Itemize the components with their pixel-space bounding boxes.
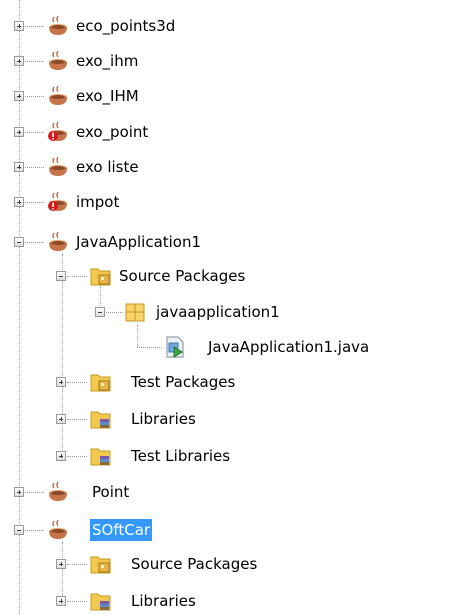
tree-node-label: Test Libraries (131, 447, 231, 465)
expand-toggle[interactable] (56, 596, 66, 606)
tree-node-label: exo_IHM (76, 87, 139, 105)
tree-node-exo-point[interactable]: exo_point (0, 120, 456, 144)
tree-node-libraries[interactable]: Libraries (0, 407, 456, 431)
tree-branch-line (25, 61, 44, 62)
tree-node-label: JavaApplication1 (76, 233, 202, 251)
tree-branch-line (67, 456, 87, 457)
projects-tree[interactable]: eco_points3d exo_ihm exo_IHM exo_point e… (0, 0, 456, 614)
expand-toggle[interactable] (56, 414, 66, 424)
tree-node-label: eco_points3d (76, 17, 176, 35)
expand-toggle[interactable] (14, 91, 24, 101)
tree-node-label: Libraries (131, 410, 196, 428)
libraries-folder-icon (90, 593, 111, 611)
expand-toggle[interactable] (56, 451, 66, 461)
tree-node-libraries[interactable]: Libraries (0, 589, 456, 613)
collapse-toggle[interactable] (14, 525, 24, 535)
tree-branch-line (25, 167, 44, 168)
collapse-toggle[interactable] (14, 237, 24, 247)
tree-branch-line (67, 382, 87, 383)
tree-node-impot[interactable]: impot (0, 190, 456, 214)
tree-branch-line (25, 492, 44, 493)
tree-node-label: impot (76, 193, 120, 211)
tree-branch-line (106, 312, 123, 313)
package-icon (125, 303, 145, 322)
tree-branch-line (25, 242, 44, 243)
tree-node-eco-points3d[interactable]: eco_points3d (0, 14, 456, 38)
tree-node-source-packages[interactable]: Source Packages (0, 552, 456, 576)
java-project-icon (49, 519, 67, 539)
source-packages-folder-icon (90, 556, 111, 574)
java-project-icon (49, 50, 67, 70)
tree-branch-line (25, 530, 44, 531)
tree-branch-line (25, 26, 44, 27)
tree-node-test-libraries[interactable]: Test Libraries (0, 444, 456, 468)
java-project-error-icon (48, 191, 67, 211)
tree-node-exo-IHM[interactable]: exo_IHM (0, 84, 456, 108)
source-packages-folder-icon (90, 268, 111, 286)
tree-branch-line (25, 96, 44, 97)
java-project-icon (49, 481, 67, 501)
java-project-error-icon (48, 121, 67, 141)
tree-branch-line (137, 347, 162, 348)
expand-toggle[interactable] (14, 127, 24, 137)
expand-toggle[interactable] (56, 377, 66, 387)
collapse-toggle[interactable] (95, 307, 105, 317)
tree-node-label: exo liste (76, 158, 139, 176)
expand-toggle[interactable] (56, 559, 66, 569)
tree-node-exo-ihm[interactable]: exo_ihm (0, 49, 456, 73)
tree-node-label-selected: SOftCar (90, 519, 153, 541)
tree-branch-line (25, 132, 44, 133)
expand-toggle[interactable] (14, 56, 24, 66)
java-project-icon (49, 231, 67, 251)
tree-node-javaapplication1-java[interactable]: JavaApplication1.java (0, 335, 456, 359)
tree-branch-line (25, 202, 44, 203)
tree-node-label: Libraries (131, 592, 196, 610)
tree-node-javaapplication1-project[interactable]: JavaApplication1 (0, 230, 456, 254)
tree-node-source-packages[interactable]: Source Packages (0, 264, 456, 288)
tree-node-label: Test Packages (131, 373, 236, 391)
tree-node-point[interactable]: Point (0, 480, 456, 504)
test-packages-folder-icon (90, 374, 111, 392)
tree-node-label: Point (92, 483, 130, 501)
tree-node-test-packages[interactable]: Test Packages (0, 370, 456, 394)
java-project-icon (49, 156, 67, 176)
libraries-folder-icon (90, 411, 111, 429)
tree-branch-line (67, 564, 87, 565)
java-project-icon (49, 85, 67, 105)
java-project-icon (49, 15, 67, 35)
tree-node-label: javaapplication1 (156, 303, 280, 321)
expand-toggle[interactable] (14, 21, 24, 31)
tree-node-softcar[interactable]: SOftCar (0, 518, 456, 542)
expand-toggle[interactable] (14, 197, 24, 207)
tree-node-label: exo_ihm (76, 52, 139, 70)
tree-node-label: Source Packages (131, 555, 258, 573)
java-main-class-file-icon (166, 336, 184, 358)
collapse-toggle[interactable] (56, 271, 66, 281)
tree-node-javaapplication1-package[interactable]: javaapplication1 (0, 300, 456, 324)
tree-branch-line (67, 419, 87, 420)
tree-branch-line (67, 601, 87, 602)
expand-toggle[interactable] (14, 162, 24, 172)
tree-node-label: Source Packages (119, 267, 246, 285)
tree-node-label: JavaApplication1.java (208, 338, 370, 356)
expand-toggle[interactable] (14, 487, 24, 497)
tree-node-exo-liste[interactable]: exo liste (0, 155, 456, 179)
libraries-folder-icon (90, 448, 111, 466)
tree-node-label: exo_point (76, 123, 149, 141)
tree-branch-line (67, 276, 87, 277)
